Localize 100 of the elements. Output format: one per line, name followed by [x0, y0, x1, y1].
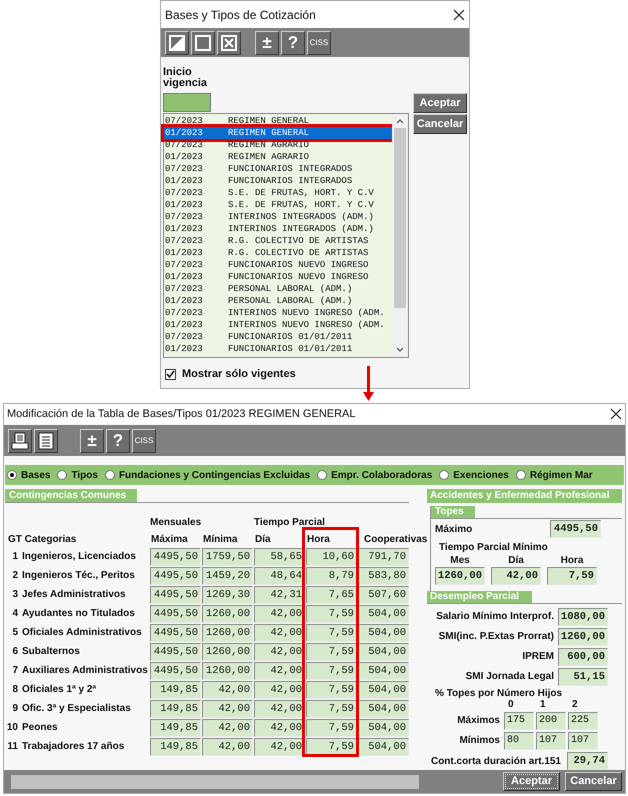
value-field[interactable]: 10,60 — [306, 548, 357, 566]
list-row[interactable]: 01/2023 S.E. DE FRUTAS, HORT. Y C.V — [164, 199, 392, 211]
value-field[interactable]: 600,00 — [558, 648, 608, 666]
radio-option[interactable]: Régimen Mar — [516, 468, 593, 482]
value-field[interactable]: 7,59 — [306, 662, 357, 680]
value-field[interactable]: 42,00 — [254, 662, 305, 680]
value-field[interactable]: 42,00 — [202, 680, 253, 698]
value-field[interactable]: 791,70 — [358, 548, 409, 566]
value-field[interactable]: 42,00 — [202, 738, 253, 756]
radio-button[interactable] — [317, 470, 328, 480]
value-field[interactable]: 149,85 — [150, 680, 201, 698]
dialog-button[interactable]: Aceptar — [503, 772, 560, 791]
value-field[interactable]: 7,59 — [306, 738, 357, 756]
scrollbar[interactable] — [392, 114, 408, 357]
value-field[interactable]: 504,00 — [358, 604, 409, 622]
value-field[interactable]: 175 — [504, 712, 534, 730]
value-field[interactable]: 42,00 — [254, 604, 305, 622]
toolbar-button[interactable]: CISS — [307, 30, 331, 54]
list-row[interactable]: 01/2023 R.G. COLECTIVO DE ARTISTAS — [164, 247, 392, 259]
value-field[interactable]: 1260,00 — [435, 567, 485, 585]
value-field[interactable]: 504,00 — [358, 642, 409, 660]
value-field[interactable]: 149,85 — [150, 700, 201, 718]
list-row[interactable]: 07/2023 PERSONAL LABORAL (ADM.) — [164, 283, 392, 295]
value-field[interactable]: 51,15 — [558, 668, 608, 686]
list-row[interactable]: 07/2023 REGIMEN AGRARIO — [164, 139, 392, 151]
toolbar-button[interactable] — [34, 428, 58, 452]
value-field[interactable]: 42,00 — [254, 642, 305, 660]
value-field[interactable]: 149,85 — [150, 718, 201, 736]
toolbar-button[interactable]: ? — [281, 30, 305, 54]
toolbar-button[interactable] — [8, 428, 32, 452]
value-field[interactable]: 1759,50 — [202, 548, 253, 566]
value-field[interactable]: 8,79 — [306, 566, 357, 584]
list-row[interactable]: 01/2023 PERSONAL LABORAL (ADM.) — [164, 295, 392, 307]
list-row[interactable]: 01/2023 INTERINOS INTEGRADOS (ADM.) — [164, 223, 392, 235]
value-field[interactable]: 107 — [536, 732, 566, 750]
value-field[interactable]: 504,00 — [358, 718, 409, 736]
value-field[interactable]: 58,65 — [254, 548, 305, 566]
value-field[interactable]: 7,59 — [306, 624, 357, 642]
value-field[interactable]: 4495,50 — [150, 604, 201, 622]
value-field[interactable]: 42,31 — [254, 586, 305, 604]
value-field[interactable]: 225 — [568, 712, 598, 730]
value-field[interactable]: 1269,30 — [202, 586, 253, 604]
value-field[interactable]: 504,00 — [358, 680, 409, 698]
toolbar-button[interactable]: CISS — [132, 428, 156, 452]
value-field[interactable]: 7,59 — [306, 680, 357, 698]
list-row[interactable]: 07/2023 INTERINOS NUEVO INGRESO (ADM. — [164, 307, 392, 319]
toolbar-button[interactable] — [191, 30, 215, 54]
value-field[interactable]: 504,00 — [358, 662, 409, 680]
toolbar-button[interactable]: ± — [255, 30, 279, 54]
value-field[interactable]: 80 — [504, 732, 534, 750]
value-field[interactable]: 1260,00 — [202, 642, 253, 660]
value-field[interactable]: 1260,00 — [202, 604, 253, 622]
value-field[interactable]: 1260,00 — [202, 662, 253, 680]
radio-option[interactable]: Fundaciones y Contingencias Excluidas — [104, 468, 310, 482]
value-field[interactable]: 48,64 — [254, 566, 305, 584]
toolbar-button[interactable]: ± — [80, 428, 104, 452]
list-row[interactable]: 07/2023 FUNCIONARIOS INTEGRADOS — [164, 163, 392, 175]
dialog-button[interactable]: Aceptar — [413, 93, 467, 113]
list-row[interactable]: 01/2023 REGIMEN AGRARIO — [164, 151, 392, 163]
list-row[interactable]: 01/2023 FUNCIONARIOS NUEVO INGRESO — [164, 271, 392, 283]
value-field[interactable]: 7,65 — [306, 586, 357, 604]
value-field[interactable]: 149,85 — [150, 738, 201, 756]
value-field[interactable]: 583,80 — [358, 566, 409, 584]
value-field[interactable]: 200 — [536, 712, 566, 730]
value-field[interactable]: 4495,50 — [150, 642, 201, 660]
value-field[interactable]: 1260,00 — [558, 628, 608, 646]
value-field[interactable]: 4495,50 — [150, 548, 201, 566]
radio-button[interactable] — [7, 470, 17, 480]
scrollbar-thumb[interactable] — [394, 128, 406, 308]
list-row[interactable]: 01/2023 REGIMEN GENERAL — [164, 127, 392, 139]
list-row[interactable]: 07/2023 INTERINOS INTEGRADOS (ADM.) — [164, 211, 392, 223]
value-field[interactable]: 504,00 — [358, 700, 409, 718]
radio-button[interactable] — [516, 470, 526, 480]
toolbar-button[interactable] — [165, 30, 189, 54]
value-field[interactable]: 29,74 — [567, 752, 608, 770]
value-field[interactable]: 7,59 — [306, 718, 357, 736]
dialog-button[interactable]: Cancelar — [413, 114, 467, 134]
radio-option[interactable]: Tipos — [57, 468, 98, 482]
value-field[interactable]: 42,00 — [202, 700, 253, 718]
radio-button[interactable] — [104, 470, 115, 480]
toolbar-button[interactable] — [217, 30, 241, 54]
checkbox[interactable] — [165, 368, 176, 380]
value-field[interactable]: 7,59 — [306, 642, 357, 660]
close-icon[interactable] — [453, 8, 465, 20]
value-field[interactable]: 1260,00 — [202, 624, 253, 642]
value-field[interactable]: 4495,50 — [150, 586, 201, 604]
value-field[interactable]: 42,00 — [491, 567, 541, 585]
value-field[interactable]: 1080,00 — [558, 608, 608, 626]
list-row[interactable]: 01/2023 FUNCIONARIOS 01/01/2011 — [164, 343, 392, 355]
value-field[interactable]: 107 — [568, 732, 598, 750]
value-field[interactable]: 4495,50 — [150, 566, 201, 584]
radio-button[interactable] — [57, 470, 68, 480]
value-field[interactable]: 1459,20 — [202, 566, 253, 584]
radio-button[interactable] — [439, 470, 450, 480]
date-field[interactable] — [163, 93, 211, 112]
value-field[interactable]: 42,00 — [254, 700, 305, 718]
value-field[interactable]: 4495,50 — [150, 662, 201, 680]
list-row[interactable]: 01/2023 FUNCIONARIOS INTEGRADOS — [164, 175, 392, 187]
list-row[interactable]: 07/2023 R.G. COLECTIVO DE ARTISTAS — [164, 235, 392, 247]
dialog-button[interactable]: Cancelar — [565, 772, 622, 791]
